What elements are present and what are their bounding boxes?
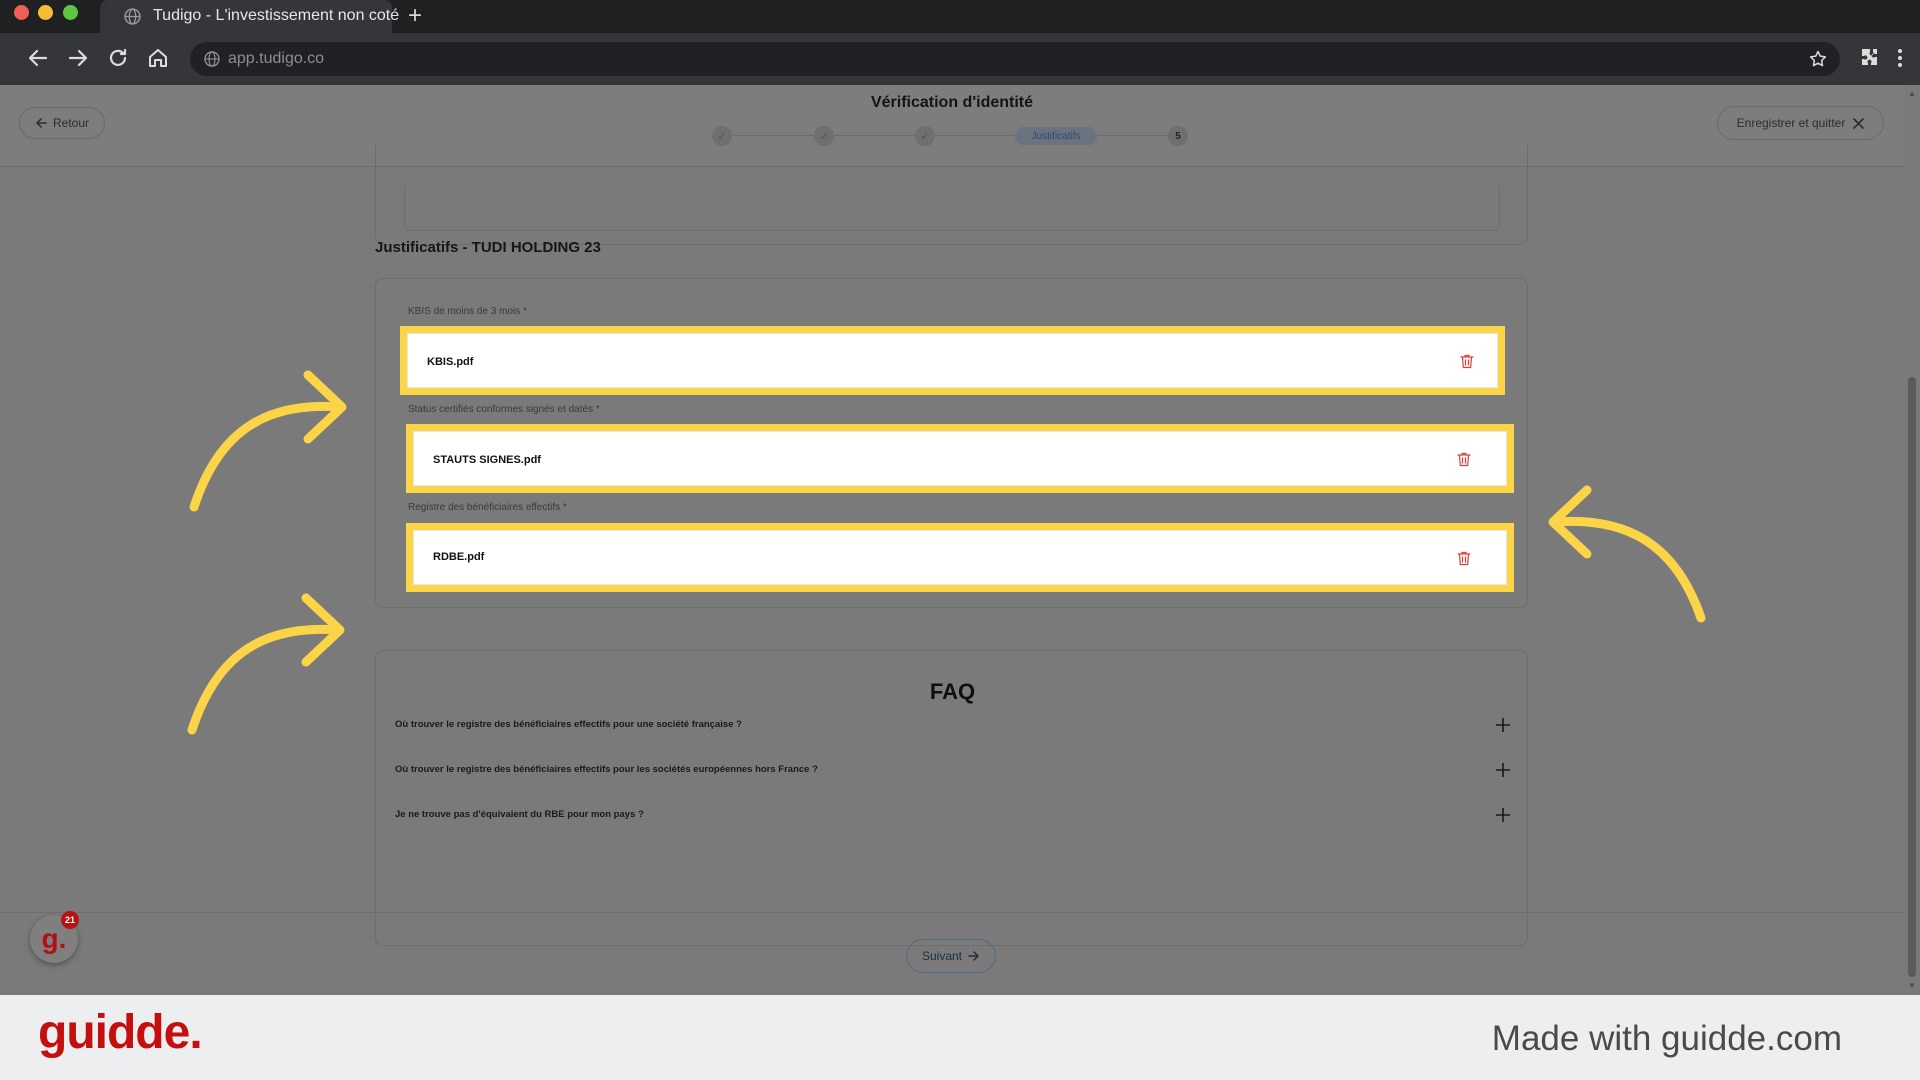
statuts-file-box xyxy=(413,431,1507,486)
faq-item[interactable]: Où trouver le registre des bénéficiaires… xyxy=(395,760,1511,782)
annotation-arrow-icon xyxy=(187,593,345,735)
home-icon[interactable] xyxy=(146,46,170,70)
url-text: app.tudigo.co xyxy=(228,50,325,67)
rdbe-file-row: RDBE.pdf xyxy=(406,523,1514,592)
back-arrow-icon[interactable] xyxy=(26,46,50,70)
page-title: Vérification d'identité xyxy=(870,94,1034,111)
previous-section-field xyxy=(404,185,1500,231)
expand-plus-icon[interactable] xyxy=(1495,762,1511,778)
guidde-footer: guidde. Made with guidde.com xyxy=(0,995,1920,1080)
scrollbar-thumb[interactable] xyxy=(1908,377,1916,977)
guidde-widget-button[interactable]: g. 21 xyxy=(30,911,79,963)
page-viewport: Retour Vérification d'identité ✓ ✓ ✓ Jus… xyxy=(0,85,1920,995)
faq-question: Où trouver le registre des bénéficiaires… xyxy=(395,719,742,730)
globe-icon xyxy=(124,8,141,25)
next-button[interactable]: Suivant xyxy=(906,939,996,973)
scroll-up-arrow-icon[interactable]: ▲ xyxy=(1908,89,1916,98)
browser-tab-strip: Tudigo - L'investissement non coté + xyxy=(0,0,1920,33)
step-2-done: ✓ xyxy=(814,126,834,146)
arrow-left-icon xyxy=(36,118,47,128)
new-tab-button[interactable]: + xyxy=(408,2,422,30)
faq-item[interactable]: Je ne trouve pas d'équivalent du RBE pou… xyxy=(395,805,1511,827)
step-3-done: ✓ xyxy=(915,126,935,146)
browser-toolbar: app.tudigo.co xyxy=(0,33,1920,85)
save-and-quit-label: Enregistrer et quitter xyxy=(1736,116,1846,130)
guidde-logo: guidde. xyxy=(38,1006,203,1059)
statuts-label: Status certifiés conformes signés et dat… xyxy=(408,404,600,415)
guidde-widget-letter: g. xyxy=(41,923,67,954)
site-info-icon[interactable] xyxy=(204,51,220,67)
documents-section-title: Justificatifs - TUDI HOLDING 23 xyxy=(375,239,601,256)
expand-plus-icon[interactable] xyxy=(1495,807,1511,823)
step-5-pending: 5 xyxy=(1168,126,1188,146)
bookmark-star-icon[interactable] xyxy=(1808,49,1828,69)
delete-trash-icon[interactable] xyxy=(1457,452,1471,467)
documents-card: KBIS de moins de 3 mois * KBIS.pdf Statu… xyxy=(375,278,1528,608)
save-and-quit-button[interactable]: Enregistrer et quitter xyxy=(1717,106,1884,140)
faq-title: FAQ xyxy=(929,679,976,704)
extensions-puzzle-icon[interactable] xyxy=(1858,46,1882,70)
scroll-down-arrow-icon[interactable]: ▼ xyxy=(1908,981,1916,990)
maximize-window-button[interactable] xyxy=(63,5,78,20)
step-1-done: ✓ xyxy=(712,126,732,146)
browser-tab[interactable]: Tudigo - L'investissement non coté xyxy=(100,0,399,33)
faq-card: FAQ Où trouver le registre des bénéficia… xyxy=(375,650,1528,946)
forward-arrow-icon[interactable] xyxy=(66,46,90,70)
delete-trash-icon[interactable] xyxy=(1457,551,1471,566)
rdbe-label: Registre des bénéficiaires effectifs * xyxy=(408,502,567,513)
reload-icon[interactable] xyxy=(106,46,130,70)
delete-trash-icon[interactable] xyxy=(1460,354,1474,369)
kbis-file-row: KBIS.pdf xyxy=(400,326,1505,395)
annotation-arrow-icon xyxy=(1548,485,1706,623)
footer-divider xyxy=(0,912,1904,913)
back-label: Retour xyxy=(52,116,90,130)
stepper-track xyxy=(722,135,1182,136)
minimize-window-button[interactable] xyxy=(38,5,53,20)
made-with-text: Made with guidde.com xyxy=(1491,1019,1842,1058)
notification-count-badge: 21 xyxy=(61,911,79,929)
step-4-current: Justificatifs xyxy=(1015,127,1097,145)
page-scrollbar[interactable]: ▲ ▼ xyxy=(1904,85,1920,995)
expand-plus-icon[interactable] xyxy=(1495,717,1511,733)
kbis-file-box xyxy=(407,333,1498,388)
rdbe-file-box xyxy=(413,530,1507,585)
address-bar[interactable]: app.tudigo.co xyxy=(190,42,1840,76)
tab-title: Tudigo - L'investissement non coté xyxy=(153,7,400,24)
close-window-button[interactable] xyxy=(14,5,29,20)
faq-item[interactable]: Où trouver le registre des bénéficiaires… xyxy=(395,715,1511,737)
rdbe-file-name[interactable]: RDBE.pdf xyxy=(433,551,484,563)
statuts-file-name[interactable]: STAUTS SIGNES.pdf xyxy=(433,454,541,466)
faq-question: Je ne trouve pas d'équivalent du RBE pou… xyxy=(395,809,644,820)
previous-section-card xyxy=(375,145,1528,245)
arrow-right-icon xyxy=(968,951,979,961)
next-label: Suivant xyxy=(921,949,963,963)
close-icon xyxy=(1853,117,1865,129)
kbis-file-name[interactable]: KBIS.pdf xyxy=(427,356,473,368)
browser-menu-icon[interactable] xyxy=(1893,46,1907,70)
statuts-file-row: STAUTS SIGNES.pdf xyxy=(406,424,1514,493)
kbis-label: KBIS de moins de 3 mois * xyxy=(408,306,527,317)
annotation-arrow-icon xyxy=(189,370,347,512)
faq-question: Où trouver le registre des bénéficiaires… xyxy=(395,764,818,775)
